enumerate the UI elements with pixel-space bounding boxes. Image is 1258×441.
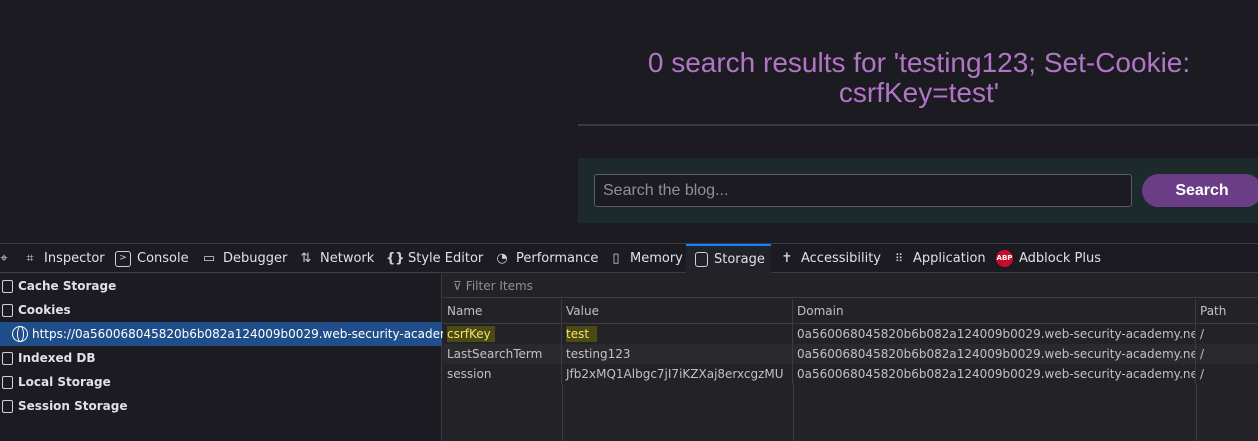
globe-icon [12, 326, 28, 342]
cell-domain: 0a560068045820b6b082a124009b0029.web-sec… [793, 344, 1196, 364]
tab-label: Adblock Plus [1019, 251, 1102, 266]
search-results-title: 0 search results for 'testing123; Set-Co… [647, 47, 1191, 108]
storage-icon [2, 375, 13, 389]
search-button[interactable]: Search [1142, 174, 1258, 207]
tab-label: Storage [714, 252, 765, 267]
tab-label: Style Editor [408, 251, 484, 266]
web-page: 0 search results for 'testing123; Set-Co… [0, 0, 1258, 243]
search-input[interactable]: Search the blog... [594, 174, 1132, 207]
sidebar-item-label: https://0a560068045820b6b082a124009b0029… [32, 327, 481, 341]
cookies-table: ⊽ Filter Items Name Value Domain Path csr… [443, 274, 1258, 441]
tab-inspector[interactable]: ⌗ Inspector [22, 244, 105, 273]
tab-performance[interactable]: ◔ Performance [494, 244, 598, 273]
filter-placeholder: Filter Items [465, 279, 533, 293]
search-panel: Search the blog... Search [578, 158, 1258, 223]
pick-element-button[interactable]: ⌖ [0, 244, 18, 273]
tab-label: Memory [630, 251, 683, 266]
storage-icon [2, 351, 13, 365]
tab-network[interactable]: ⇅ Network [298, 244, 375, 273]
storage-sidebar: Cache Storage Cookies https://0a56006804… [0, 274, 481, 441]
tab-console[interactable]: > Console [115, 244, 189, 273]
accessibility-icon: ✝ [781, 250, 793, 266]
storage-icon [2, 399, 13, 413]
network-icon: ⇅ [300, 250, 312, 266]
sidebar-item-session-storage[interactable]: Session Storage [0, 394, 442, 418]
devtools-panel: ⌖ ⌗ Inspector > Console ▭ Debugger ⇅ Net… [0, 243, 1258, 441]
performance-icon: ◔ [496, 250, 508, 266]
sidebar-item-label: Local Storage [18, 375, 111, 389]
cell-path: / [1200, 347, 1205, 361]
cell-domain: 0a560068045820b6b082a124009b0029.web-sec… [793, 364, 1196, 384]
tab-label: Performance [516, 251, 599, 266]
table-row[interactable]: session Jfb2xMQ1Albgc7jI7iKZXaj8erxcgzMU… [443, 364, 1258, 384]
console-icon: > [115, 250, 131, 267]
sidebar-item-cache-storage[interactable]: Cache Storage [0, 274, 442, 298]
cell-domain: 0a560068045820b6b082a124009b0029.web-sec… [793, 324, 1196, 344]
tab-label: Network [320, 251, 375, 266]
table-row[interactable]: csrfKey test 0a560068045820b6b082a124009… [443, 324, 1258, 344]
sidebar-item-label: Indexed DB [18, 351, 96, 365]
debugger-icon: ▭ [202, 250, 216, 266]
cell-value: test [562, 324, 793, 344]
style-editor-icon: {} [386, 250, 405, 266]
tab-debugger[interactable]: ▭ Debugger [201, 244, 288, 273]
tab-memory[interactable]: ▯ Memory [608, 244, 683, 273]
table-row[interactable]: LastSearchTerm testing123 0a560068045820… [443, 344, 1258, 364]
cell-value: testing123 [562, 344, 793, 364]
table-header: Name Value Domain Path [443, 299, 1258, 324]
sidebar-item-label: Session Storage [18, 399, 128, 413]
column-divider [1196, 384, 1197, 441]
column-header-value[interactable]: Value [562, 299, 793, 324]
storage-icon [2, 303, 13, 317]
column-header-domain[interactable]: Domain [793, 299, 1196, 324]
sidebar-item-cookies[interactable]: Cookies [0, 298, 442, 322]
sidebar-item-local-storage[interactable]: Local Storage [0, 370, 442, 394]
column-divider [793, 384, 794, 441]
sidebar-item-label: Cache Storage [18, 279, 117, 293]
cell-path: / [1200, 327, 1205, 341]
pick-element-icon: ⌖ [0, 250, 8, 266]
tab-label: Inspector [44, 251, 105, 266]
storage-icon [2, 279, 13, 293]
inspector-icon: ⌗ [26, 250, 34, 266]
application-icon: ⠿ [894, 251, 904, 265]
tab-label: Console [137, 251, 189, 266]
cookie-value: test [566, 326, 598, 342]
cell-name: LastSearchTerm [443, 344, 562, 364]
cookie-name: csrfKey [447, 326, 495, 342]
sidebar-item-cookie-host[interactable]: https://0a560068045820b6b082a124009b0029… [0, 322, 481, 346]
filter-icon: ⊽ [453, 279, 462, 293]
tab-label: Accessibility [801, 251, 881, 266]
tab-accessibility[interactable]: ✝ Accessibility [779, 244, 881, 273]
tab-application[interactable]: ⠿ Application [891, 244, 986, 273]
tab-storage[interactable]: Storage [686, 244, 771, 273]
memory-icon: ▯ [612, 250, 620, 266]
cell-path: / [1200, 367, 1205, 381]
filter-items-input[interactable]: ⊽ Filter Items [443, 274, 1258, 298]
tab-label: Application [913, 251, 986, 266]
tab-adblock-plus[interactable]: ABP Adblock Plus [996, 244, 1101, 273]
adblock-plus-icon: ABP [996, 250, 1013, 267]
column-header-path[interactable]: Path [1196, 299, 1258, 324]
cell-name: csrfKey [443, 324, 562, 344]
sidebar-item-indexed-db[interactable]: Indexed DB [0, 346, 442, 370]
column-divider [562, 384, 563, 441]
devtools-toolbar: ⌖ ⌗ Inspector > Console ▭ Debugger ⇅ Net… [0, 244, 1258, 273]
sidebar-item-label: Cookies [18, 303, 71, 317]
cell-value: Jfb2xMQ1Albgc7jI7iKZXaj8erxcgzMU [562, 364, 793, 384]
tab-style-editor[interactable]: {} Style Editor [386, 244, 483, 273]
divider [578, 124, 1258, 126]
tab-label: Debugger [223, 251, 288, 266]
cell-name: session [443, 364, 562, 384]
storage-icon [695, 252, 708, 267]
column-header-name[interactable]: Name [443, 299, 562, 324]
